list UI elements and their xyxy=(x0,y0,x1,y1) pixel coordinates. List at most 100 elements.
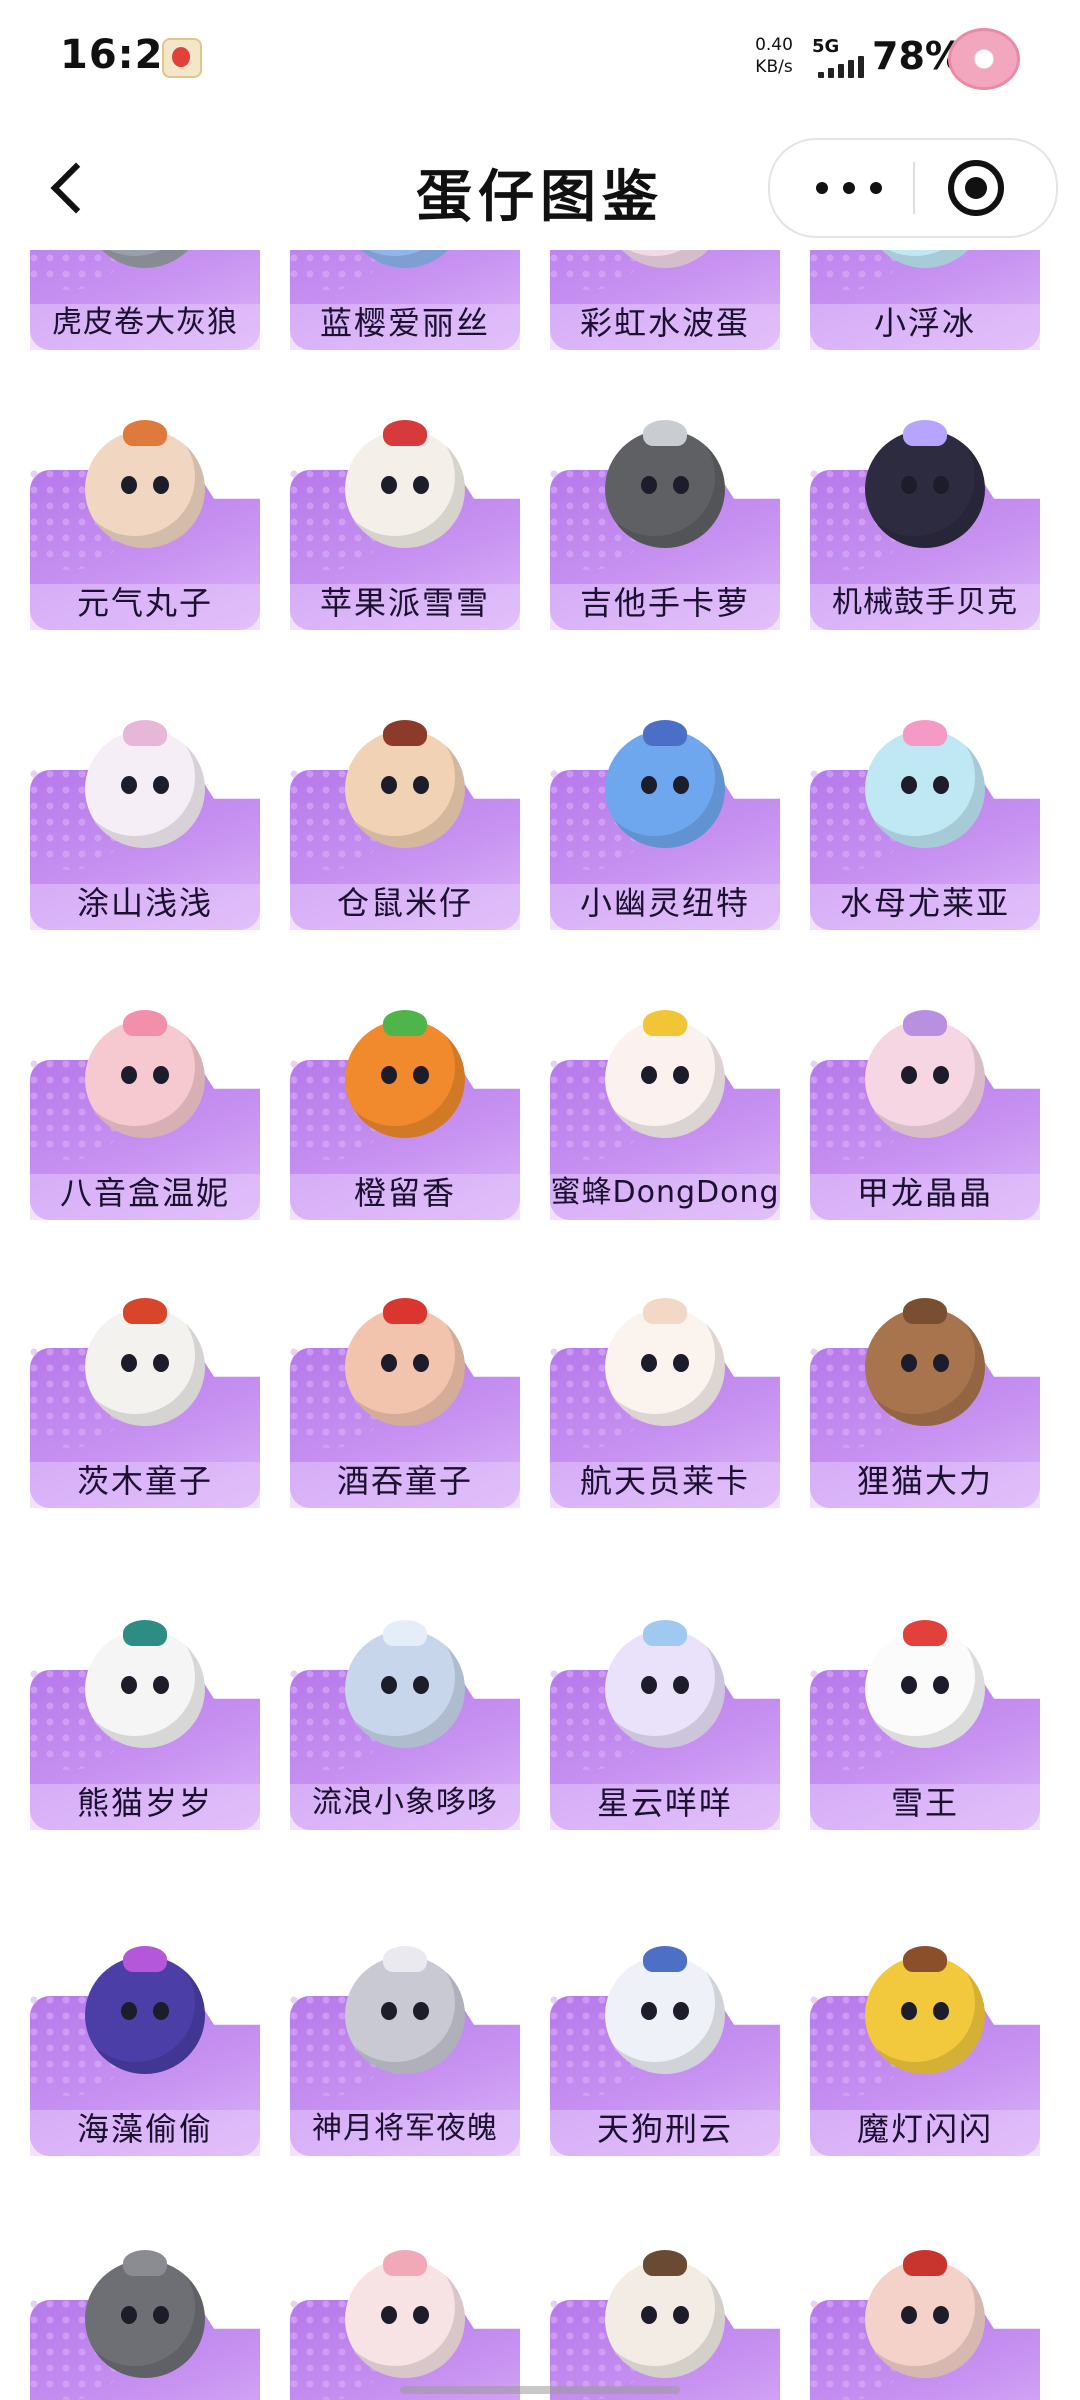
character-card[interactable]: 小幽灵纽特 xyxy=(550,720,780,930)
character-card[interactable]: 蜜蜂DongDong xyxy=(550,1010,780,1220)
character-name: 海藻偷偷 xyxy=(76,2110,213,2148)
character-card[interactable]: 天狗刑云 xyxy=(550,1946,780,2156)
character-figure-icon xyxy=(337,1946,473,2086)
character-figure-icon xyxy=(857,1010,993,1150)
character-card[interactable]: 茨木童子 xyxy=(30,1298,260,1508)
character-name: 星云咩咩 xyxy=(596,1784,733,1822)
character-figure-icon xyxy=(77,1620,213,1760)
character-name: 蜜蜂DongDong xyxy=(550,1175,780,1210)
character-figure-icon xyxy=(597,1620,733,1760)
character-card[interactable]: 仓鼠米仔 xyxy=(290,720,520,930)
mini-program-capsule xyxy=(768,138,1058,238)
character-name: 元气丸子 xyxy=(76,584,213,622)
network-speed: 0.40 KB/s xyxy=(752,34,796,78)
network-speed-unit: KB/s xyxy=(755,57,793,77)
character-name: 涂山浅浅 xyxy=(76,884,213,922)
character-figure-icon xyxy=(77,720,213,860)
character-card[interactable]: 星云咩咩 xyxy=(550,1620,780,1830)
character-figure-icon xyxy=(337,1620,473,1760)
character-figure-icon xyxy=(597,720,733,860)
character-card[interactable]: 熊猫岁岁 xyxy=(30,1620,260,1830)
character-figure-icon xyxy=(77,1946,213,2086)
character-figure-icon xyxy=(597,2250,733,2390)
character-name: 狸猫大力 xyxy=(856,1462,993,1500)
character-card[interactable]: 蓝樱爱丽丝 xyxy=(290,250,520,350)
character-card[interactable]: 甲龙晶晶 xyxy=(810,1010,1040,1220)
character-grid: 虎皮卷大灰狼 蓝樱爱丽丝 彩虹水波蛋 小浮冰元气丸子 苹果派雪雪 吉他手卡萝 机械鼓手贝克涂… xyxy=(0,250,1080,2400)
character-card[interactable]: 神月将军夜魄 xyxy=(290,1946,520,2156)
character-name: 蓝樱爱丽丝 xyxy=(319,304,490,342)
character-figure-icon xyxy=(337,1298,473,1438)
character-card[interactable]: 机械鼓手贝克 xyxy=(810,420,1040,630)
character-name: 小幽灵纽特 xyxy=(579,884,750,922)
character-figure-icon xyxy=(857,2250,993,2390)
character-card[interactable]: 海藻偷偷 xyxy=(30,1946,260,2156)
character-name: 橙留香 xyxy=(353,1174,456,1212)
character-card[interactable]: 狸猫大力 xyxy=(810,1298,1040,1508)
title-bar: 蛋仔图鉴 xyxy=(0,130,1080,250)
character-card[interactable]: 水母尤莱亚 xyxy=(810,720,1040,930)
character-name: 水母尤莱亚 xyxy=(839,884,1010,922)
character-figure-icon xyxy=(597,420,733,560)
character-card[interactable] xyxy=(290,2250,520,2400)
character-name: 彩虹水波蛋 xyxy=(579,304,750,342)
character-name: 机械鼓手贝克 xyxy=(832,585,1018,620)
character-card[interactable]: 雪王 xyxy=(810,1620,1040,1830)
character-name: 酒吞童子 xyxy=(336,1462,473,1500)
character-card[interactable]: 魔灯闪闪 xyxy=(810,1946,1040,2156)
more-options-icon[interactable] xyxy=(790,158,908,218)
character-name: 虎皮卷大灰狼 xyxy=(52,305,238,340)
character-figure-icon xyxy=(337,420,473,560)
character-name: 甲龙晶晶 xyxy=(856,1174,993,1212)
character-figure-icon xyxy=(857,720,993,860)
character-figure-icon xyxy=(337,1010,473,1150)
character-name: 吉他手卡萝 xyxy=(579,584,750,622)
network-speed-value: 0.40 xyxy=(755,35,793,55)
donut-battery-icon xyxy=(948,28,1020,90)
character-figure-icon xyxy=(77,1298,213,1438)
character-figure-icon xyxy=(77,250,213,280)
character-card[interactable]: 航天员莱卡 xyxy=(550,1298,780,1508)
character-name: 航天员莱卡 xyxy=(579,1462,750,1500)
character-card[interactable]: 涂山浅浅 xyxy=(30,720,260,930)
home-indicator xyxy=(400,2386,680,2394)
character-card[interactable]: 酒吞童子 xyxy=(290,1298,520,1508)
character-name: 小浮冰 xyxy=(873,304,976,342)
character-card[interactable]: 元气丸子 xyxy=(30,420,260,630)
character-name: 天狗刑云 xyxy=(596,2110,733,2148)
status-bar: 16:20 0.40 KB/s 5G 78% xyxy=(0,0,1080,120)
character-name: 雪王 xyxy=(890,1784,959,1822)
character-figure-icon xyxy=(857,1620,993,1760)
character-card[interactable]: 橙留香 xyxy=(290,1010,520,1220)
character-figure-icon xyxy=(857,420,993,560)
character-figure-icon xyxy=(857,250,993,280)
character-figure-icon xyxy=(857,1298,993,1438)
character-card[interactable] xyxy=(550,2250,780,2400)
capsule-divider xyxy=(913,162,915,214)
character-figure-icon xyxy=(77,2250,213,2390)
character-name: 熊猫岁岁 xyxy=(76,1784,213,1822)
character-figure-icon xyxy=(597,1946,733,2086)
character-card[interactable]: 吉他手卡萝 xyxy=(550,420,780,630)
character-figure-icon xyxy=(77,1010,213,1150)
character-card[interactable]: 流浪小象哆哆 xyxy=(290,1620,520,1830)
character-card[interactable]: 虎皮卷大灰狼 xyxy=(30,250,260,350)
character-card[interactable] xyxy=(810,2250,1040,2400)
character-name: 魔灯闪闪 xyxy=(856,2110,993,2148)
character-card[interactable] xyxy=(30,2250,260,2400)
character-card[interactable]: 八音盒温妮 xyxy=(30,1010,260,1220)
character-name: 苹果派雪雪 xyxy=(319,584,490,622)
character-figure-icon xyxy=(597,1010,733,1150)
character-figure-icon xyxy=(597,250,733,280)
character-figure-icon xyxy=(337,250,473,280)
character-card[interactable]: 苹果派雪雪 xyxy=(290,420,520,630)
character-name: 流浪小象哆哆 xyxy=(312,1785,498,1820)
close-mini-program-icon[interactable] xyxy=(946,158,1006,218)
character-name: 神月将军夜魄 xyxy=(312,2111,498,2146)
character-card[interactable]: 小浮冰 xyxy=(810,250,1040,350)
character-figure-icon xyxy=(337,720,473,860)
character-name: 八音盒温妮 xyxy=(59,1174,230,1212)
character-card[interactable]: 彩虹水波蛋 xyxy=(550,250,780,350)
network-type: 5G xyxy=(812,36,840,57)
character-name: 茨木童子 xyxy=(76,1462,213,1500)
